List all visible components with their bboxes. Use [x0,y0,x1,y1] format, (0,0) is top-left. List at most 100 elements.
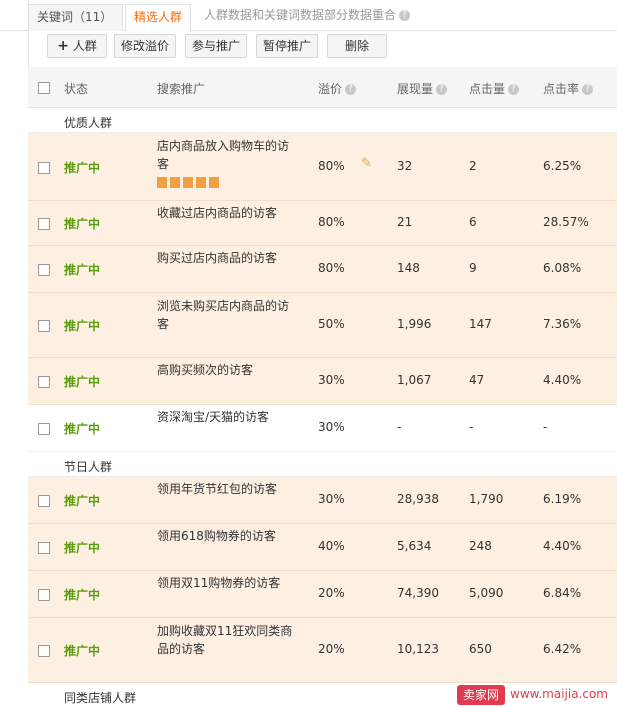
row-checkbox[interactable] [38,162,50,174]
group-title: 同类店铺人群 [64,691,137,705]
table-row[interactable]: 推广中 店内商品放入购物车的访客 80% ✎ 32 2 6.25% [28,133,617,201]
ctr-value: 4.40% [543,373,582,387]
column-clicks-label: 点击量 [469,82,506,96]
column-ctr[interactable]: 点击率? [543,80,594,97]
ctr-value: 28.57% [543,215,589,229]
column-impressions[interactable]: 展现量? [397,80,448,97]
crowd-name: 浏览未购买店内商品的访客 [157,299,290,331]
question-icon[interactable]: ? [508,84,520,95]
column-premium[interactable]: 溢价? [318,80,357,97]
status-badge: 推广中 [64,541,101,555]
row-checkbox[interactable] [38,218,50,230]
table-row[interactable]: 推广中 领用年货节红包的访客 30% 28,938 1,790 6.19% [28,477,617,524]
table-row[interactable]: 推广中 领用618购物券的访客 40% 5,634 248 4.40% [28,524,617,571]
modify-premium-button[interactable]: 修改溢价 [114,34,176,58]
document-icon[interactable] [170,177,180,188]
report-icon[interactable] [209,177,219,188]
impressions-value: 21 [397,215,413,229]
delete-button[interactable]: 删除 [327,34,387,58]
pause-promotion-button[interactable]: 暂停推广 [256,34,318,58]
column-premium-label: 溢价 [318,82,343,96]
watermark-badge: 卖家网 [457,685,505,705]
edit-premium-icon[interactable]: ✎ [361,156,372,171]
group-header-quality: 优质人群 [28,108,617,133]
add-crowd-label: 人群 [72,39,97,53]
crowd-name: 购买过店内商品的访客 [157,251,278,265]
modify-premium-label: 修改溢价 [120,39,169,53]
add-crowd-button[interactable]: + 人群 [47,34,107,58]
ctr-value: 6.08% [543,261,582,275]
delete-label: 删除 [344,39,369,53]
clicks-value: 9 [469,261,477,275]
pause-promotion-label: 暂停推广 [262,39,311,53]
premium-value: 30% [318,420,345,434]
table-row[interactable]: 推广中 资深淘宝/天猫的访客 30% - - - [28,405,617,452]
impressions-value: 10,123 [397,642,439,656]
impressions-value: 1,996 [397,317,432,331]
clicks-value: 650 [469,642,492,656]
premium-value: 20% [318,586,345,600]
pause-icon[interactable] [157,177,167,188]
row-checkbox[interactable] [38,645,50,657]
impressions-value: 148 [397,261,420,275]
premium-value: 80% [318,215,345,229]
ctr-value: 7.36% [543,317,582,331]
table-row[interactable]: 推广中 加购收藏双11狂欢同类商品的访客 20% 10,123 650 6.42… [28,618,617,683]
group-header-holiday: 节日人群 [28,452,617,477]
plus-icon: + [57,38,69,54]
premium-value: 80% [318,261,345,275]
question-icon[interactable]: ? [436,84,448,95]
select-all-checkbox[interactable] [38,82,50,94]
row-checkbox[interactable] [38,542,50,554]
join-promotion-button[interactable]: 参与推广 [185,34,247,58]
ctr-value: 6.19% [543,492,582,506]
row-action-icons [157,177,222,189]
status-badge: 推广中 [64,161,101,175]
table-row[interactable]: 推广中 高购买频次的访客 30% 1,067 47 4.40% [28,358,617,405]
impressions-value: - [397,420,402,434]
column-status: 状态 [64,82,89,96]
question-icon[interactable]: ? [399,10,411,21]
clicks-value: - [469,420,474,434]
column-clicks[interactable]: 点击量? [469,80,520,97]
row-checkbox[interactable] [38,495,50,507]
crowd-name: 领用年货节红包的访客 [157,482,278,496]
crowd-name: 领用618购物券的访客 [157,529,276,543]
trend-icon[interactable] [196,177,206,188]
status-badge: 推广中 [64,422,101,436]
premium-value: 40% [318,539,345,553]
crowd-name: 店内商品放入购物车的访客 [157,139,290,171]
table-row[interactable]: 推广中 领用双11购物券的访客 20% 74,390 5,090 6.84% [28,571,617,618]
ctr-value: 4.40% [543,539,582,553]
tab-selected-crowds-label: 精选人群 [134,10,183,24]
crowd-name: 收藏过店内商品的访客 [157,206,278,220]
join-promotion-label: 参与推广 [191,39,240,53]
crowd-name: 资深淘宝/天猫的访客 [157,410,270,424]
ctr-value: 6.42% [543,642,582,656]
clicks-value: 6 [469,215,477,229]
clicks-value: 1,790 [469,492,504,506]
tab-description-text: 人群数据和关键词数据部分数据重合 [204,8,397,22]
ctr-value: 6.25% [543,159,582,173]
premium-value: 20% [318,642,345,656]
group-title: 优质人群 [64,116,113,130]
table-row[interactable]: 推广中 收藏过店内商品的访客 80% 21 6 28.57% [28,201,617,246]
status-badge: 推广中 [64,375,101,389]
row-checkbox[interactable] [38,423,50,435]
table-header: 状态 搜索推广 溢价? 展现量? 点击量? 点击率? [28,67,617,108]
question-icon[interactable]: ? [345,84,357,95]
trash-icon[interactable] [183,177,193,188]
question-icon[interactable]: ? [582,84,594,95]
table-row[interactable]: 推广中 购买过店内商品的访客 80% 148 9 6.08% [28,246,617,293]
tab-keywords-label: 关键词（11） [37,10,113,24]
clicks-value: 147 [469,317,492,331]
row-checkbox[interactable] [38,264,50,276]
table-row[interactable]: 推广中 浏览未购买店内商品的访客 50% 1,996 147 7.36% [28,293,617,358]
row-checkbox[interactable] [38,376,50,388]
row-checkbox[interactable] [38,589,50,601]
tab-selected-crowds[interactable]: 精选人群 [125,4,191,32]
watermark: 卖家网 www.maijia.com [454,685,617,707]
tab-keywords[interactable]: 关键词（11） [28,4,123,31]
row-checkbox[interactable] [38,320,50,332]
column-impressions-label: 展现量 [397,82,434,96]
